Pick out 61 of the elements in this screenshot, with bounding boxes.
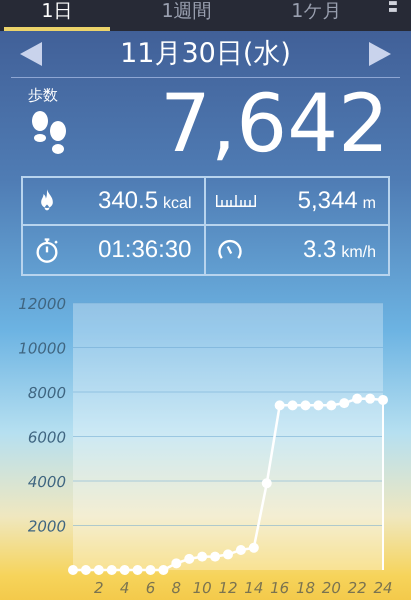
x-tick-label: 10 [192,579,212,597]
x-tick-label: 24 [373,579,393,597]
point [378,394,388,405]
point [120,565,130,575]
menu-icon[interactable] [389,1,397,13]
x-tick-label: 4 [120,579,130,597]
point [171,558,182,568]
stat-value: 340.5 [98,186,158,216]
point [197,552,208,562]
point [274,400,285,410]
date-label: 11月30日(水) [120,36,291,71]
point [365,394,376,404]
point [68,565,78,575]
point [339,398,350,408]
y-tick-label: 6000 [28,428,66,446]
footprints-icon [30,110,68,156]
step-count: 7,642 [160,84,389,164]
point [80,565,91,575]
x-tick-label: 18 [296,579,316,597]
point [132,565,143,575]
x-tick-label: 22 [348,579,367,597]
stat-value: 5,344 [298,186,358,216]
y-tick-label: 8000 [28,384,66,402]
point [146,565,156,575]
point [158,565,168,575]
steps-label: 歩数 [28,85,58,106]
stat-unit: kcal [163,194,192,214]
point [352,394,362,404]
x-tick-label: 20 [322,579,341,597]
x-tick-label: 12 [218,579,238,597]
point [248,542,259,553]
stat-unit: m [362,194,376,214]
tab[interactable]: 1週間 [134,0,240,31]
tab[interactable]: 1ケ月 [263,0,370,31]
x-tick-label: 16 [270,579,290,597]
point [300,400,310,410]
x-tick-label: 2 [94,579,104,597]
y-tick-label: 4000 [28,473,66,491]
point [210,552,220,562]
y-tick-label: 10000 [18,340,66,358]
y-tick-label: 12000 [18,295,66,313]
point [184,554,194,564]
point [94,565,104,575]
x-tick-label: 8 [172,579,182,597]
stat-value: 01:36:30 [98,235,192,265]
x-tick-label: 6 [146,579,156,597]
point [326,400,336,410]
stat-value: 3.3 [302,235,336,265]
next-day-icon[interactable] [369,42,391,66]
x-tick-label: 14 [244,579,264,597]
y-tick-label: 2000 [28,518,66,536]
point [313,400,324,410]
stat-unit: km/h [341,243,376,263]
point [223,549,233,560]
point [262,478,272,488]
ruler-icon [216,195,256,207]
point [288,400,298,410]
previous-day-icon[interactable] [20,42,42,66]
point [236,544,246,555]
point [106,565,117,575]
tab[interactable]: 1日 [4,0,110,31]
